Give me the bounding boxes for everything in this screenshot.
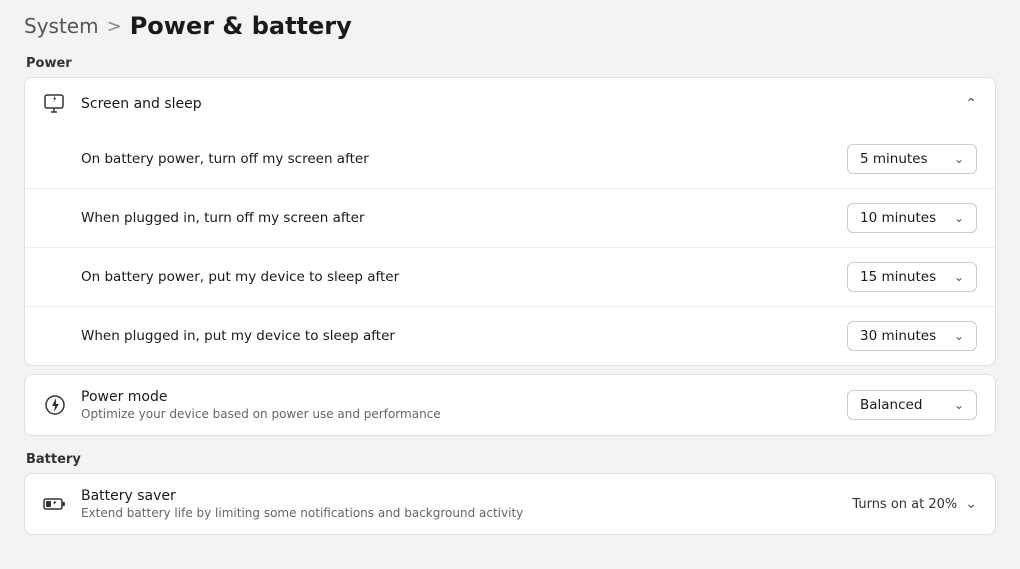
- breadcrumb-separator: >: [107, 16, 122, 37]
- power-mode-title: Power mode: [81, 389, 441, 405]
- battery-saver-turns-on-label: Turns on at 20%: [852, 497, 957, 512]
- chevron-down-icon: ⌄: [954, 211, 964, 225]
- chevron-up-icon: ⌃: [965, 96, 977, 112]
- plugged-screen-off-label: When plugged in, turn off my screen afte…: [81, 210, 365, 226]
- chevron-down-icon: ⌄: [954, 270, 964, 284]
- chevron-down-icon: ⌄: [954, 398, 964, 412]
- battery-screen-off-value: 5 minutes: [860, 151, 928, 167]
- monitor-icon: [43, 92, 67, 116]
- breadcrumb: System > Power & battery: [24, 12, 996, 40]
- chevron-down-icon: ⌄: [954, 329, 964, 343]
- plugged-screen-off-dropdown[interactable]: 10 minutes ⌄: [847, 203, 977, 233]
- power-section-label: Power: [24, 56, 996, 71]
- chevron-down-icon: ⌄: [965, 496, 977, 512]
- power-mode-card: Power mode Optimize your device based on…: [24, 374, 996, 436]
- battery-saver-title: Battery saver: [81, 488, 523, 504]
- screen-sleep-card: Screen and sleep ⌃ On battery power, tur…: [24, 77, 996, 366]
- screen-sleep-rows: On battery power, turn off my screen aft…: [25, 130, 995, 365]
- power-mode-icon: [43, 393, 67, 417]
- breadcrumb-current: Power & battery: [130, 12, 352, 40]
- battery-screen-off-label: On battery power, turn off my screen aft…: [81, 151, 369, 167]
- battery-saver-left: Battery saver Extend battery life by lim…: [43, 488, 523, 520]
- chevron-down-icon: ⌄: [954, 152, 964, 166]
- plugged-sleep-value: 30 minutes: [860, 328, 936, 344]
- page-wrapper: System > Power & battery Power Screen an: [0, 0, 1020, 567]
- plugged-sleep-dropdown[interactable]: 30 minutes ⌄: [847, 321, 977, 351]
- screen-sleep-title: Screen and sleep: [81, 96, 202, 112]
- battery-saver-icon: [43, 492, 67, 516]
- battery-saver-text: Battery saver Extend battery life by lim…: [81, 488, 523, 520]
- table-row: On battery power, put my device to sleep…: [25, 247, 995, 306]
- battery-sleep-dropdown[interactable]: 15 minutes ⌄: [847, 262, 977, 292]
- battery-saver-subtitle: Extend battery life by limiting some not…: [81, 506, 523, 520]
- plugged-screen-off-value: 10 minutes: [860, 210, 936, 226]
- power-mode-text: Power mode Optimize your device based on…: [81, 389, 441, 421]
- breadcrumb-system[interactable]: System: [24, 14, 99, 38]
- battery-screen-off-dropdown[interactable]: 5 minutes ⌄: [847, 144, 977, 174]
- power-mode-value: Balanced: [860, 397, 922, 413]
- table-row: When plugged in, put my device to sleep …: [25, 306, 995, 365]
- battery-saver-card: Battery saver Extend battery life by lim…: [24, 473, 996, 535]
- battery-saver-row[interactable]: Battery saver Extend battery life by lim…: [25, 474, 995, 534]
- power-mode-row: Power mode Optimize your device based on…: [25, 375, 995, 435]
- table-row: When plugged in, turn off my screen afte…: [25, 188, 995, 247]
- power-mode-subtitle: Optimize your device based on power use …: [81, 407, 441, 421]
- plugged-sleep-label: When plugged in, put my device to sleep …: [81, 328, 395, 344]
- table-row: On battery power, turn off my screen aft…: [25, 130, 995, 188]
- power-mode-dropdown[interactable]: Balanced ⌄: [847, 390, 977, 420]
- battery-saver-turns-on[interactable]: Turns on at 20% ⌄: [852, 496, 977, 512]
- screen-sleep-header-left: Screen and sleep: [43, 92, 202, 116]
- screen-sleep-header[interactable]: Screen and sleep ⌃: [25, 78, 995, 130]
- battery-section-label: Battery: [24, 452, 996, 467]
- battery-sleep-label: On battery power, put my device to sleep…: [81, 269, 399, 285]
- power-mode-left: Power mode Optimize your device based on…: [43, 389, 441, 421]
- battery-sleep-value: 15 minutes: [860, 269, 936, 285]
